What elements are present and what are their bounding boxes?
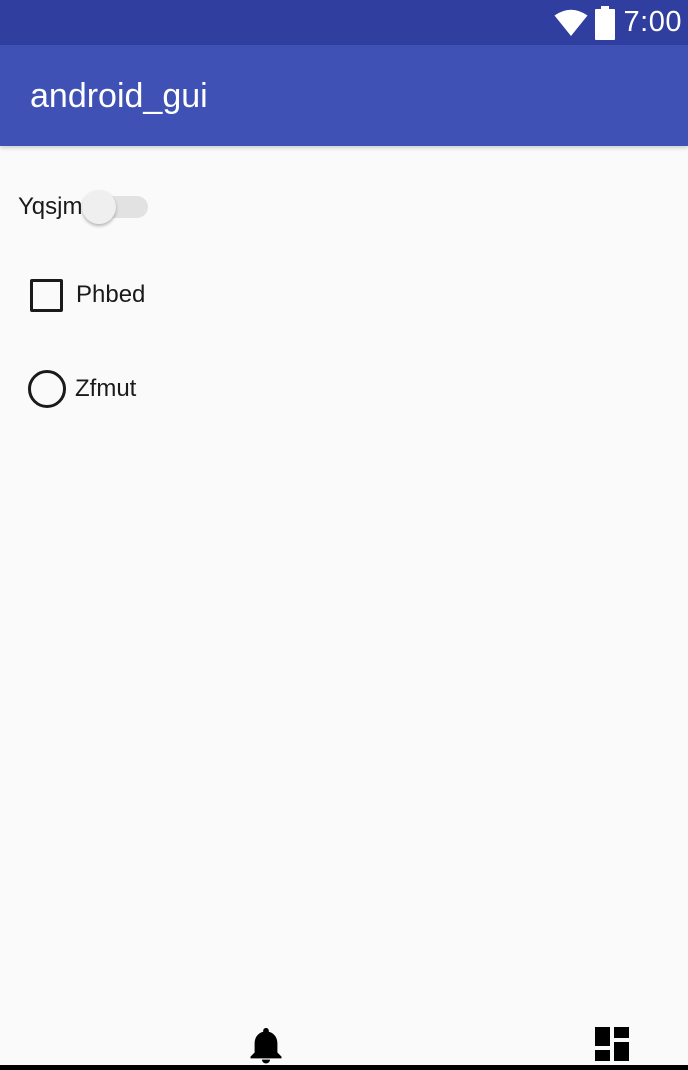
toggle-switch[interactable] <box>82 186 149 228</box>
radio-button[interactable] <box>28 370 66 408</box>
app-bar: android_gui <box>0 45 688 146</box>
switch-thumb[interactable] <box>82 190 117 224</box>
bottom-edge-bar <box>0 1065 688 1070</box>
radio-label[interactable]: Zfmut <box>75 375 136 403</box>
status-clock: 7:00 <box>623 6 682 38</box>
app-title: android_gui <box>30 77 208 115</box>
bottom-icon-bar <box>0 1020 688 1064</box>
switch-row[interactable]: Yqsjm <box>18 186 149 228</box>
bell-icon[interactable] <box>248 1026 284 1064</box>
checkbox-label[interactable]: Phbed <box>76 281 145 309</box>
dashboard-icon[interactable] <box>595 1027 629 1061</box>
checkbox-row[interactable]: Phbed <box>30 276 145 314</box>
screen: 7:00 android_gui Yqsjm Phbed Zfmut <box>0 0 688 1070</box>
switch-label: Yqsjm <box>18 193 83 220</box>
battery-icon <box>594 5 615 40</box>
checkbox[interactable] <box>30 278 63 312</box>
wifi-icon <box>554 9 588 36</box>
status-bar: 7:00 <box>0 0 688 45</box>
radio-row[interactable]: Zfmut <box>28 369 136 409</box>
